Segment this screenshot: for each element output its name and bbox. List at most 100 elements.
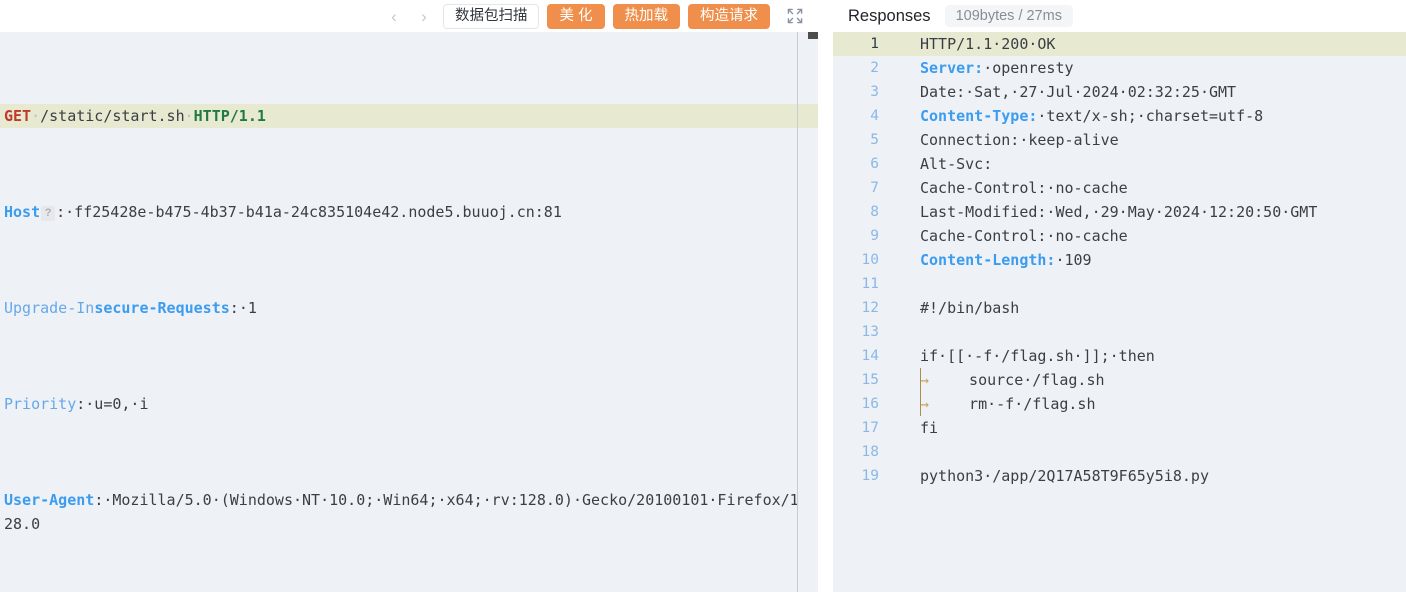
indent-guide — [920, 368, 921, 392]
response-line: 15 → source·/flag.sh — [833, 368, 1406, 392]
packet-scan-button[interactable]: 数据包扫描 — [442, 3, 540, 29]
request-panel: ‹ › 数据包扫描 美 化 热加载 构造请求 GET·/static/start… — [0, 0, 830, 592]
response-line: 10 Content-Length:·109 — [833, 248, 1406, 272]
response-size-time-badge[interactable]: 109bytes / 27ms — [944, 4, 1073, 28]
line-number: 12 — [861, 300, 879, 316]
http-inspector-window: ‹ › 数据包扫描 美 化 热加载 构造请求 GET·/static/start… — [0, 0, 1406, 592]
line-number: 14 — [861, 348, 879, 364]
line-number: 13 — [861, 324, 879, 340]
line-number: 16 — [861, 396, 879, 412]
response-line-text: python3·/app/2Q17A58T9F65y5i8.py — [889, 464, 1406, 488]
response-line-value: Last-Modified:·Wed,·29·May·2024·12:20:50… — [920, 203, 1318, 221]
nav-back-button[interactable]: ‹ — [383, 4, 405, 28]
header-name: Priority — [4, 395, 77, 413]
response-line: 8 Last-Modified:·Wed,·29·May·2024·12:20:5… — [833, 200, 1406, 224]
response-line: 5 Connection:·keep-alive — [833, 128, 1406, 152]
line-number: 7 — [870, 180, 879, 196]
response-line: 2 Server:·openresty — [833, 56, 1406, 80]
line-number: 11 — [861, 276, 879, 292]
response-editor[interactable]: 1 HTTP/1.1·200·OK 2 Server:·openresty 3 Date:… — [833, 32, 1406, 592]
response-line-value: ·text/x-sh;·charset=utf-8 — [1037, 107, 1264, 125]
response-line-value: python3·/app/2Q17A58T9F65y5i8.py — [920, 467, 1209, 485]
response-line: 12 #!/bin/bash — [833, 296, 1406, 320]
request-header-host: Host?:·ff25428e-b475-4b37-b41a-24c835104… — [0, 200, 830, 224]
response-line-text: Cache-Control:·no-cache — [889, 176, 1406, 200]
response-line-value: HTTP/1.1·200·OK — [920, 35, 1056, 53]
response-line: 16 → rm·-f·/flag.sh — [833, 392, 1406, 416]
line-number: 6 — [870, 156, 879, 172]
header-name-prefix: Upgrade-In — [4, 299, 95, 317]
response-line-text — [889, 440, 1406, 464]
response-line-text: if·[[·-f·/flag.sh·]];·then — [889, 344, 1406, 368]
line-number: 17 — [861, 420, 879, 436]
response-line-value: ·openresty — [983, 59, 1074, 77]
response-line-text: → rm·-f·/flag.sh — [889, 392, 1406, 416]
line-number: 9 — [870, 228, 879, 244]
response-line: 17 fi — [833, 416, 1406, 440]
tab-arrow-icon: → — [920, 395, 930, 413]
response-line-text: Last-Modified:·Wed,·29·May·2024·12:20:50… — [889, 200, 1406, 224]
chevron-right-icon: › — [421, 6, 427, 26]
response-line-value: if·[[·-f·/flag.sh·]];·then — [920, 347, 1155, 365]
header-value: ·ff25428e-b475-4b37-b41a-24c835104e42.no… — [65, 203, 562, 221]
header-colon: : — [229, 299, 239, 317]
header-value: ·Mozilla/5.0·(Windows·NT·10.0;·Win64;·x6… — [4, 491, 799, 533]
question-mark-icon[interactable]: ? — [41, 206, 56, 221]
line-number: 4 — [870, 108, 879, 124]
response-content: 1 HTTP/1.1·200·OK 2 Server:·openresty 3 Date:… — [833, 32, 1406, 592]
response-line: 13 — [833, 320, 1406, 344]
tab-arrow-icon: → — [920, 371, 930, 389]
response-line-text: → source·/flag.sh — [889, 368, 1406, 392]
line-number: 3 — [870, 84, 879, 100]
header-name-suffix: secure-Requests — [94, 299, 230, 317]
response-line: 1 HTTP/1.1·200·OK — [833, 32, 1406, 56]
response-line: 11 — [833, 272, 1406, 296]
response-line: 9 Cache-Control:·no-cache — [833, 224, 1406, 248]
header-name: Host — [4, 203, 41, 221]
response-line-text: Connection:·keep-alive — [889, 128, 1406, 152]
request-header-priority: Priority:·u=0,·i — [0, 392, 830, 416]
header-name: User-Agent — [4, 491, 95, 509]
fullscreen-expand-icon — [787, 8, 803, 24]
request-header-user-agent: User-Agent:·Mozilla/5.0·(Windows·NT·10.0… — [0, 488, 830, 536]
response-line-value: Alt-Svc: — [920, 155, 993, 173]
header-colon: : — [76, 395, 86, 413]
space-dot: · — [184, 107, 194, 125]
line-number: 19 — [861, 468, 879, 484]
line-number: 5 — [870, 132, 879, 148]
response-line-text: Alt-Svc: — [889, 152, 1406, 176]
fullscreen-expand-button[interactable] — [782, 4, 808, 28]
header-value: ·1 — [238, 299, 257, 317]
response-header: Responses 109bytes / 27ms — [833, 0, 1406, 32]
request-scrollbar[interactable] — [808, 32, 818, 592]
response-line-text: #!/bin/bash — [889, 296, 1406, 320]
request-method: GET — [4, 107, 32, 125]
response-line: 6 Alt-Svc: — [833, 152, 1406, 176]
response-line-text: fi — [889, 416, 1406, 440]
header-colon: : — [56, 203, 66, 221]
response-line: 19 python3·/app/2Q17A58T9F65y5i8.py — [833, 464, 1406, 488]
request-http-version: HTTP/1.1 — [193, 107, 266, 125]
response-line: 3 Date:·Sat,·27·Jul·2024·02:32:25·GMT — [833, 80, 1406, 104]
nav-forward-button[interactable]: › — [413, 4, 435, 28]
response-panel: Responses 109bytes / 27ms 1 HTTP/1.1·200·… — [833, 0, 1406, 592]
tab-responses[interactable]: Responses — [848, 7, 931, 26]
beautify-button[interactable]: 美 化 — [547, 3, 605, 29]
request-editor[interactable]: GET·/static/start.sh·HTTP/1.1 Host?:·ff2… — [0, 32, 830, 592]
response-line-text: Date:·Sat,·27·Jul·2024·02:32:25·GMT — [889, 80, 1406, 104]
response-line-text — [889, 320, 1406, 344]
response-line-value: Cache-Control:·no-cache — [920, 227, 1128, 245]
response-line: 14 if·[[·-f·/flag.sh·]];·then — [833, 344, 1406, 368]
hot-reload-button[interactable]: 热加载 — [612, 3, 680, 29]
line-number: 2 — [870, 60, 879, 76]
response-header-name: Content-Type: — [920, 107, 1038, 125]
response-line: 4 Content-Type:·text/x-sh;·charset=utf-8 — [833, 104, 1406, 128]
request-scrollbar-thumb[interactable] — [808, 32, 818, 39]
response-line-text: Content-Length:·109 — [889, 248, 1406, 272]
response-line-value: Connection:·keep-alive — [920, 131, 1119, 149]
build-request-button[interactable]: 构造请求 — [688, 3, 770, 29]
header-value: ·u=0,·i — [85, 395, 149, 413]
response-line-value: Date:·Sat,·27·Jul·2024·02:32:25·GMT — [920, 83, 1237, 101]
line-number: 15 — [861, 372, 879, 388]
response-header-name: Server: — [920, 59, 984, 77]
